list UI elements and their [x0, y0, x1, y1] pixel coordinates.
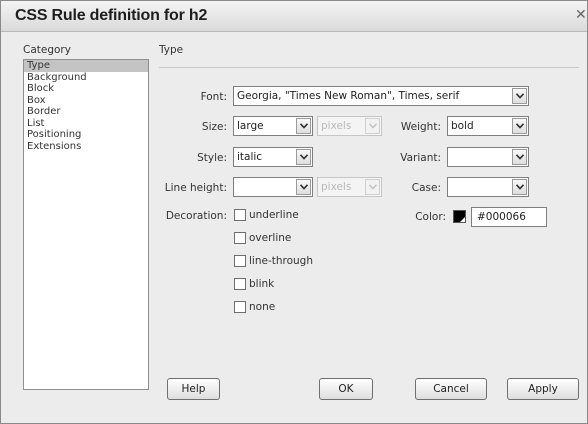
weight-label: Weight: — [400, 121, 441, 133]
line-height-select[interactable] — [233, 177, 313, 197]
chevron-down-icon[interactable] — [296, 118, 311, 134]
chevron-down-icon[interactable] — [512, 149, 527, 165]
decoration-label: Decoration: — [165, 210, 227, 222]
chevron-down-icon[interactable] — [296, 179, 311, 195]
section-title: Type — [159, 44, 184, 56]
size-unit-value: pixels — [321, 120, 352, 132]
cancel-button[interactable]: Cancel — [415, 378, 487, 400]
ok-button[interactable]: OK — [319, 378, 373, 400]
checkbox[interactable] — [234, 301, 246, 313]
color-swatch-picker[interactable] — [453, 210, 466, 223]
font-value: Georgia, "Times New Roman", Times, serif — [237, 90, 460, 102]
size-select[interactable]: large — [233, 116, 313, 136]
category-item-block[interactable]: Block — [24, 83, 148, 95]
checkbox[interactable] — [234, 278, 246, 290]
chevron-down-icon[interactable] — [512, 118, 527, 134]
help-button-label: Help — [181, 383, 206, 395]
size-label: Size: — [201, 121, 227, 133]
line-height-label: Line height: — [164, 182, 227, 194]
css-rule-dialog: CSS Rule definition for h2 ✕ Category Ty… — [0, 0, 588, 424]
variant-select[interactable] — [447, 147, 529, 167]
checkbox-label: line-through — [249, 255, 313, 267]
weight-select[interactable]: bold — [447, 116, 529, 136]
weight-value: bold — [451, 120, 474, 132]
chevron-down-icon — [365, 179, 380, 195]
color-value: #000066 — [477, 211, 526, 223]
category-item-border[interactable]: Border — [24, 106, 148, 118]
size-value: large — [237, 120, 264, 132]
category-item-type[interactable]: Type — [24, 60, 148, 72]
chevron-down-icon[interactable] — [512, 88, 527, 104]
line-height-unit-select: pixels — [317, 177, 382, 197]
category-item-background[interactable]: Background — [24, 72, 148, 84]
category-item-extensions[interactable]: Extensions — [24, 141, 148, 153]
size-unit-select: pixels — [317, 116, 382, 136]
font-select[interactable]: Georgia, "Times New Roman", Times, serif — [233, 86, 529, 106]
line-height-unit-value: pixels — [321, 181, 352, 193]
variant-label: Variant: — [400, 152, 441, 164]
close-icon[interactable]: ✕ — [575, 7, 588, 23]
checkbox-label: blink — [249, 278, 275, 290]
checkbox[interactable] — [234, 209, 246, 221]
color-input[interactable]: #000066 — [471, 207, 547, 227]
category-item-positioning[interactable]: Positioning — [24, 129, 148, 141]
style-select[interactable]: italic — [233, 147, 313, 167]
apply-button-label: Apply — [528, 383, 558, 395]
title-bar: CSS Rule definition for h2 ✕ — [1, 1, 587, 32]
case-select[interactable] — [447, 177, 529, 197]
help-button[interactable]: Help — [167, 378, 220, 400]
font-label: Font: — [200, 91, 227, 103]
style-value: italic — [237, 151, 263, 163]
category-item-list[interactable]: List — [24, 118, 148, 130]
category-item-box[interactable]: Box — [24, 95, 148, 107]
section-divider — [159, 67, 579, 68]
cancel-button-label: Cancel — [433, 383, 469, 395]
color-label: Color: — [415, 211, 446, 223]
checkbox-label: overline — [249, 232, 292, 244]
category-list[interactable]: Type Background Block Box Border List Po… — [23, 59, 149, 390]
checkbox-label: none — [249, 301, 276, 313]
style-label: Style: — [197, 152, 227, 164]
ok-button-label: OK — [338, 383, 354, 395]
dialog-title: CSS Rule definition for h2 — [15, 7, 208, 24]
case-label: Case: — [411, 182, 441, 194]
checkbox-label: underline — [249, 209, 299, 221]
category-header: Category — [23, 44, 71, 56]
chevron-down-icon[interactable] — [512, 179, 527, 195]
checkbox[interactable] — [234, 232, 246, 244]
apply-button[interactable]: Apply — [507, 378, 579, 400]
checkbox[interactable] — [234, 255, 246, 267]
chevron-down-icon — [365, 118, 380, 134]
chevron-down-icon[interactable] — [296, 149, 311, 165]
